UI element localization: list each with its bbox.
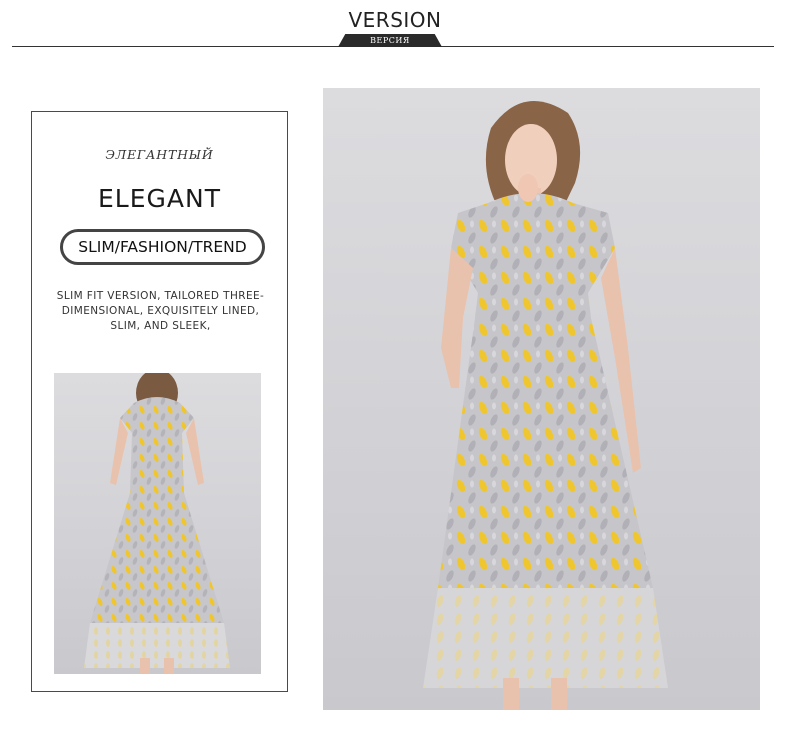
section-subtitle-tab: ВЕРСИЯ (338, 34, 442, 47)
russian-subtitle: ЭЛЕГАНТНЫЙ (105, 147, 214, 162)
description: SLIM FIT VERSION, TAILORED THREE- DIMENS… (40, 289, 281, 334)
description-line: SLIM, AND SLEEK, (110, 320, 211, 332)
description-line: DIMENSIONAL, EXQUISITELY LINED, (61, 305, 260, 317)
tag-pill: SLIM/FASHION/TREND (60, 229, 265, 265)
description-line: SLIM FIT VERSION, TAILORED THREE- (56, 290, 265, 302)
card-title: ELEGANT (98, 184, 221, 213)
dress-back-photo (54, 373, 261, 674)
dress-front-photo (323, 88, 760, 710)
tag-pill-label: SLIM/FASHION/TREND (78, 238, 247, 256)
section-title: VERSION (348, 8, 442, 32)
